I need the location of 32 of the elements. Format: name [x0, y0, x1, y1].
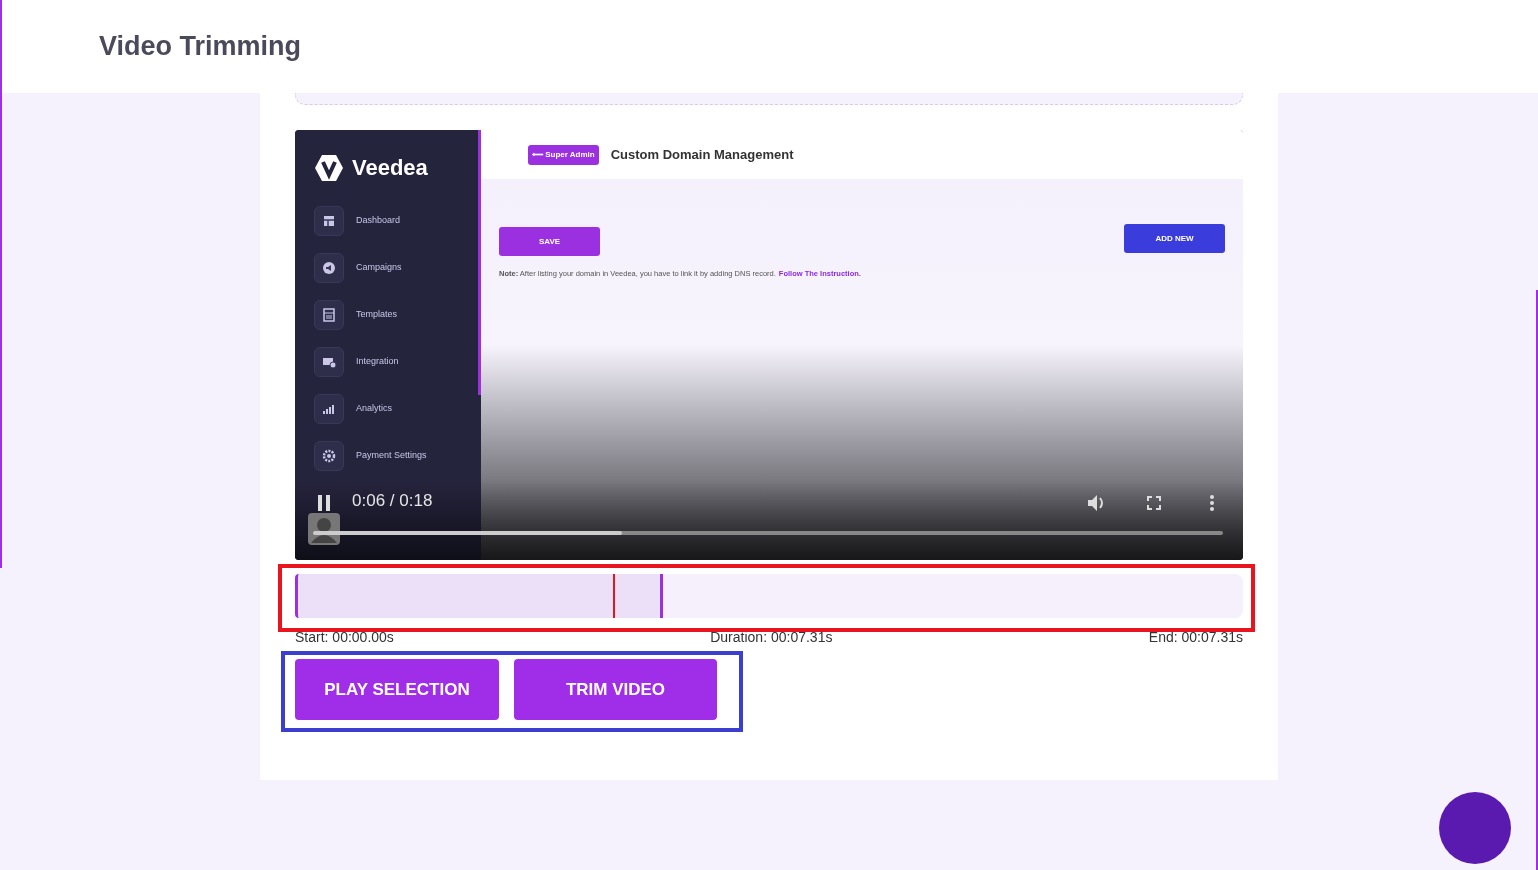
gear-icon[interactable] — [314, 441, 344, 471]
time-display: 0:06 / 0:18 — [352, 490, 433, 512]
app-page-title: Custom Domain Management — [610, 145, 794, 164]
play-selection-button[interactable]: PLAY SELECTION — [295, 659, 499, 720]
chart-icon[interactable] — [314, 394, 344, 424]
more-options-icon[interactable] — [1209, 495, 1215, 511]
duration-label: Duration: 00:07.31s — [710, 630, 833, 644]
nav-item[interactable]: Campaigns — [356, 261, 402, 275]
megaphone-icon[interactable] — [314, 253, 344, 283]
logo-icon — [314, 152, 344, 183]
progress-track[interactable] — [313, 531, 1223, 535]
save-button[interactable]: SAVE — [499, 227, 600, 256]
add-new-button[interactable]: ADD NEW — [1124, 224, 1225, 253]
template-icon[interactable] — [314, 300, 344, 330]
nav-item[interactable]: Integration — [356, 355, 399, 369]
timeline-track[interactable] — [295, 574, 1243, 618]
pause-icon[interactable] — [317, 495, 331, 511]
nav-item[interactable]: Payment Settings — [356, 449, 427, 463]
start-label: Start: 00:00.00s — [295, 630, 394, 644]
mail-icon[interactable] — [314, 347, 344, 377]
trim-video-button[interactable]: TRIM VIDEO — [514, 659, 717, 720]
app-logo: Veedea — [352, 154, 428, 182]
end-label: End: 00:07.31s — [1148, 630, 1243, 644]
nav-item[interactable]: Dashboard — [356, 214, 401, 228]
nav-item[interactable]: Templates — [356, 308, 398, 322]
fullscreen-icon[interactable] — [1147, 496, 1161, 510]
super-admin-badge[interactable]: ⟵ Super Admin — [528, 144, 599, 165]
dashboard-icon[interactable] — [314, 206, 344, 236]
selection-range[interactable] — [295, 574, 663, 618]
page-title: Video Trimming — [99, 30, 302, 64]
nav-item[interactable]: Analytics — [356, 402, 392, 416]
playhead[interactable] — [612, 574, 615, 618]
